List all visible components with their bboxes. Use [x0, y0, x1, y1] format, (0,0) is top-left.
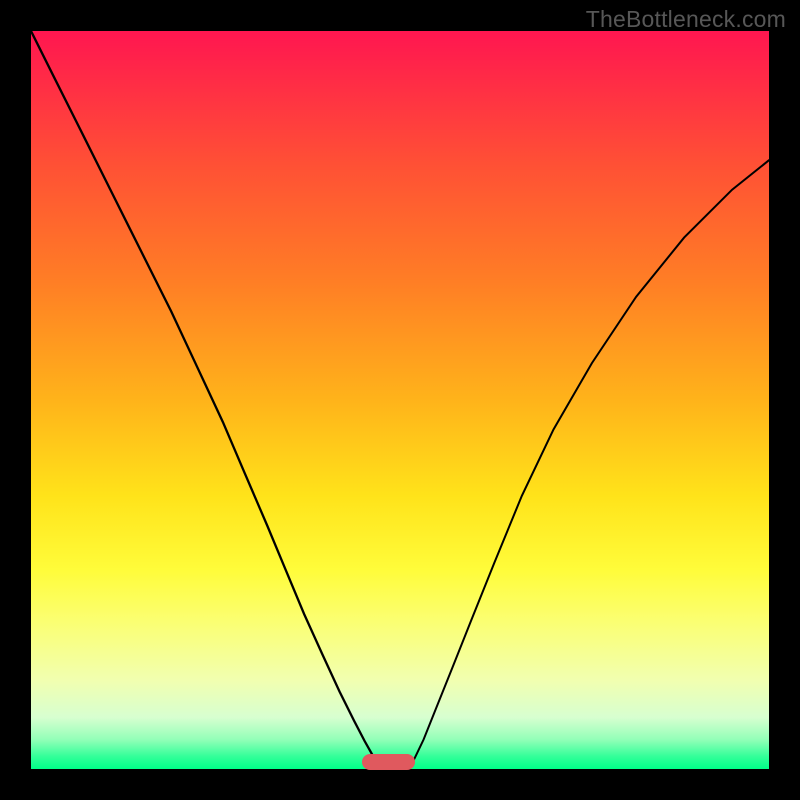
bottleneck-curve [31, 31, 769, 769]
watermark-text: TheBottleneck.com [586, 6, 786, 33]
plot-area [31, 31, 769, 769]
curve-right-branch [409, 160, 769, 769]
minimum-marker [362, 754, 415, 770]
outer-frame: TheBottleneck.com [0, 0, 800, 800]
curve-left-branch [31, 31, 378, 769]
